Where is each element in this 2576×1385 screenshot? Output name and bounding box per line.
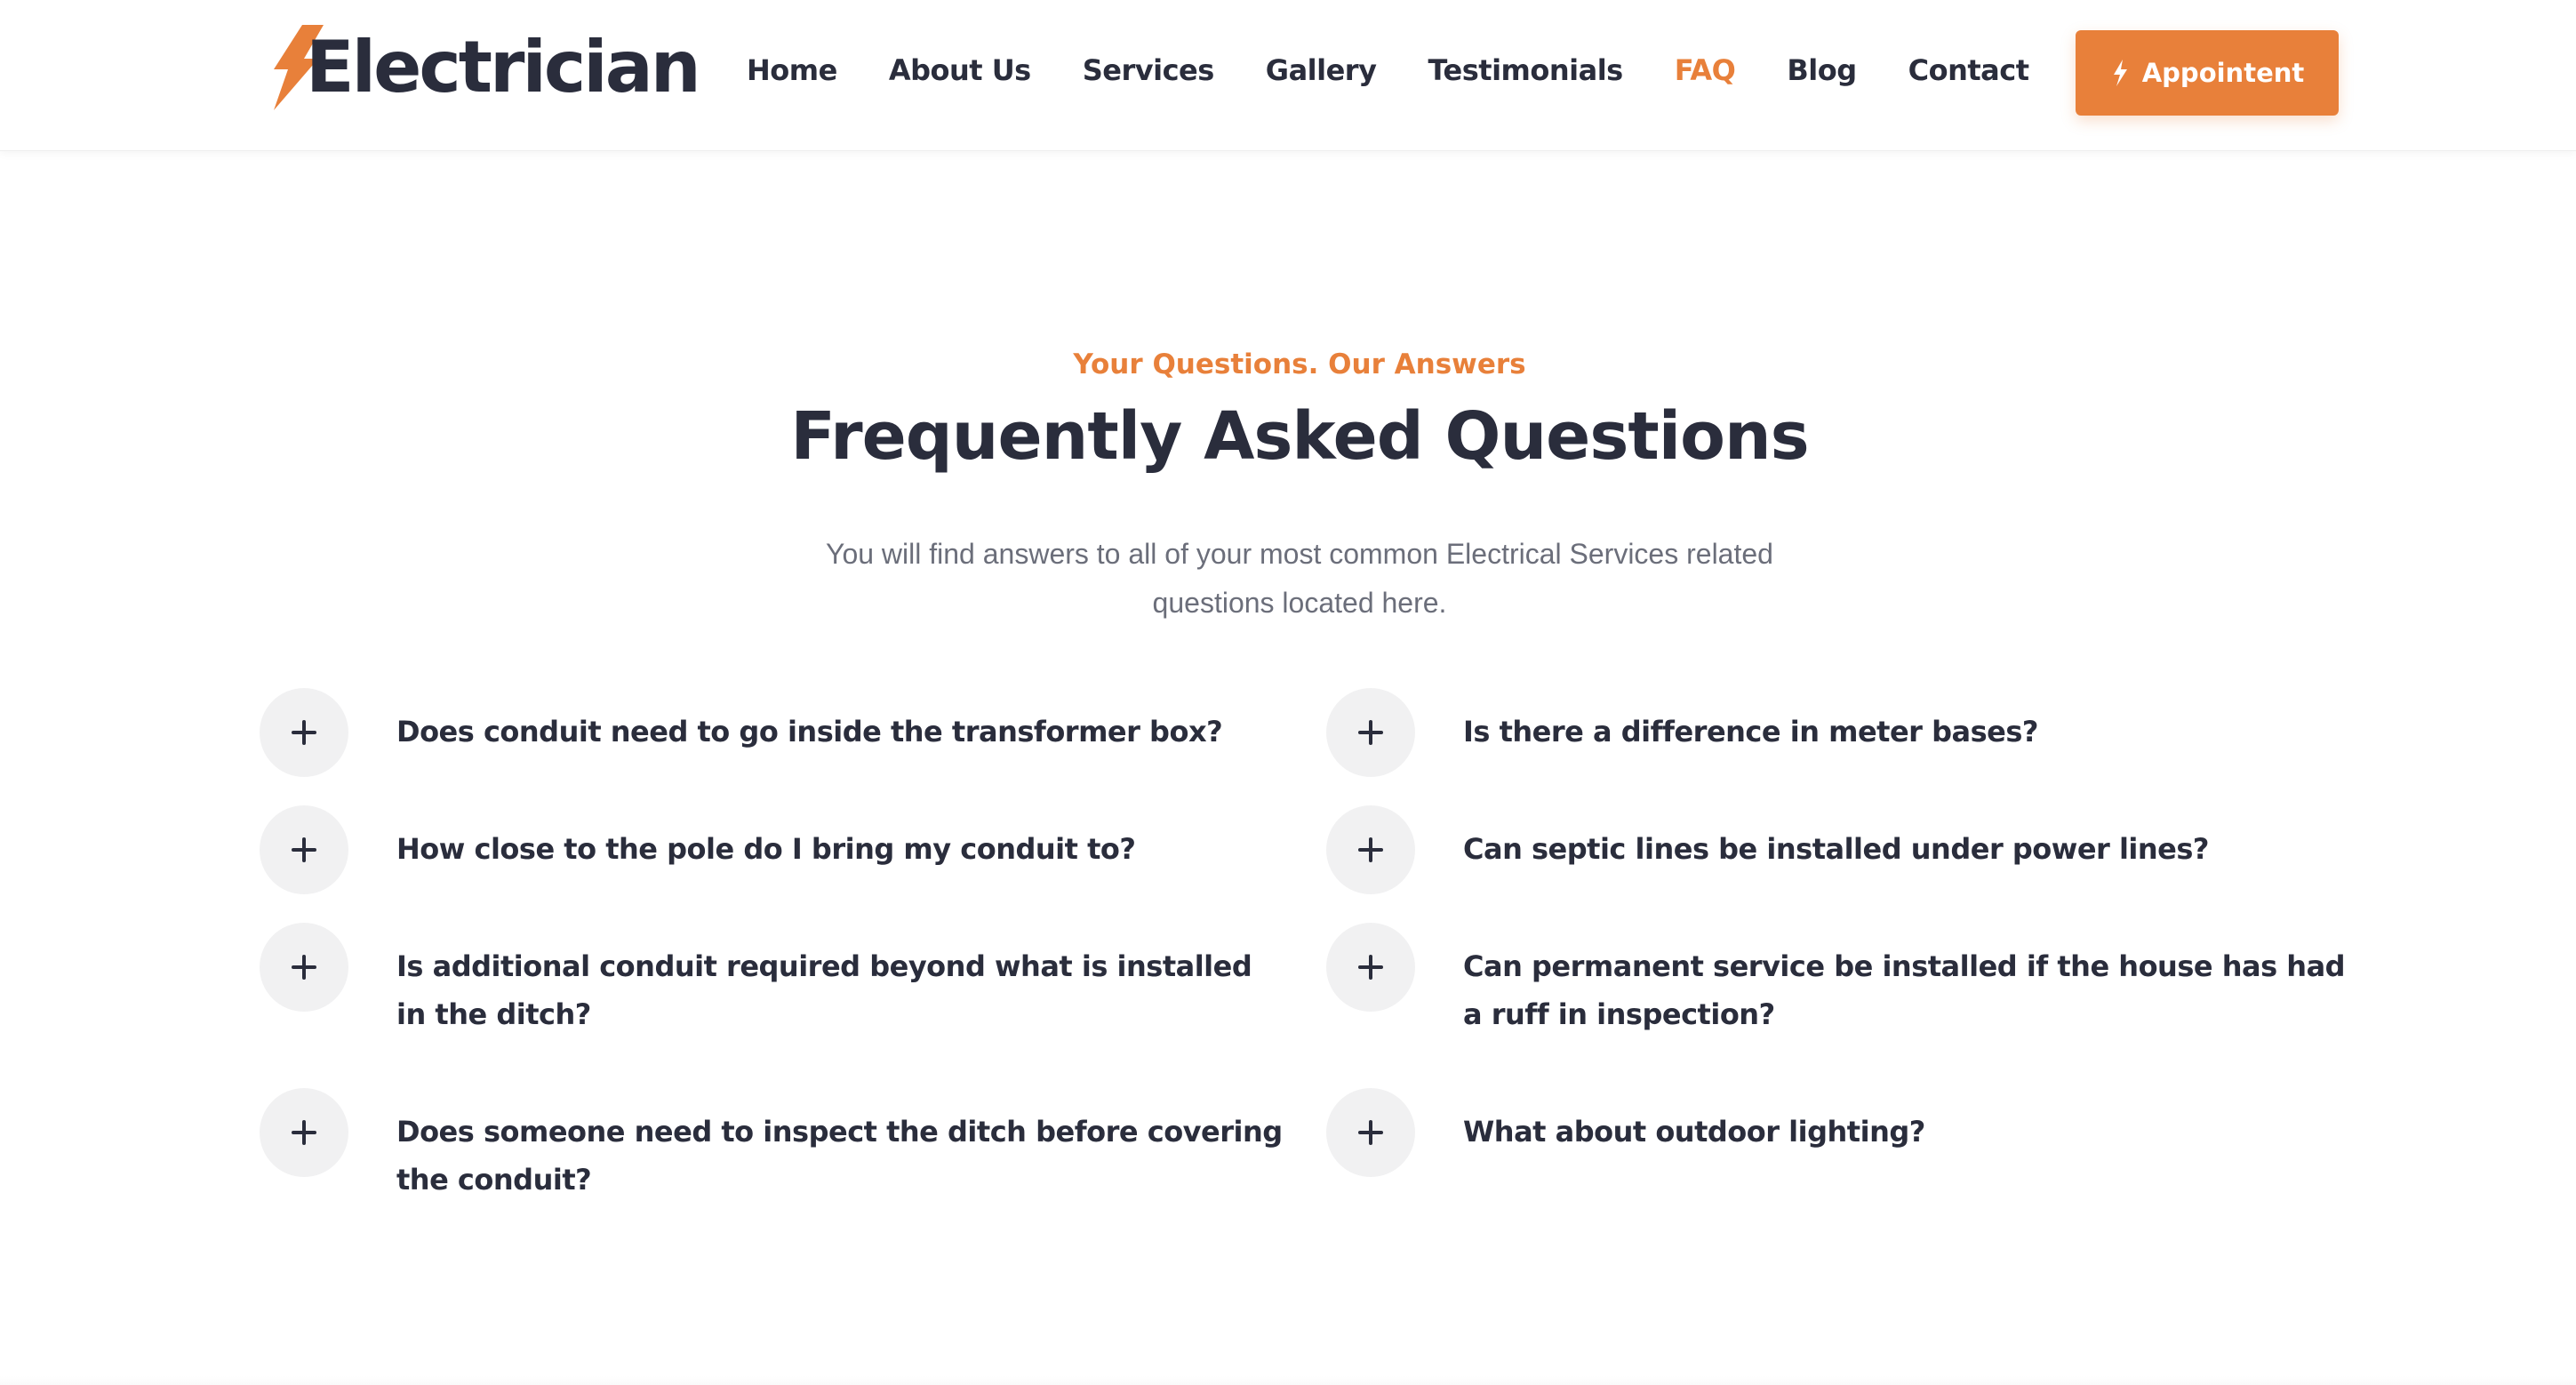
faq-toggle-button[interactable] bbox=[1326, 688, 1415, 777]
plus-icon bbox=[292, 955, 316, 980]
nav-item-contact[interactable]: Contact bbox=[1908, 53, 2029, 87]
faq-question[interactable]: Does conduit need to go inside the trans… bbox=[396, 708, 1285, 756]
logo[interactable]: Electrician bbox=[267, 23, 701, 112]
faq-question[interactable]: Can septic lines be installed under powe… bbox=[1463, 825, 2352, 873]
nav-item-testimonials[interactable]: Testimonials bbox=[1428, 53, 1623, 87]
appointment-button-label: Appointent bbox=[2141, 58, 2305, 88]
site-header: Electrician Home About Us Services Galle… bbox=[0, 0, 2576, 151]
plus-icon bbox=[1358, 1120, 1383, 1145]
nav-item-faq[interactable]: FAQ bbox=[1675, 53, 1736, 87]
nav-item-services[interactable]: Services bbox=[1083, 53, 1215, 87]
faq-question[interactable]: What about outdoor lighting? bbox=[1463, 1108, 2352, 1156]
section-description: You will find answers to all of your mos… bbox=[826, 538, 1773, 619]
nav-item-home[interactable]: Home bbox=[747, 53, 837, 87]
nav-item-blog[interactable]: Blog bbox=[1787, 53, 1857, 87]
faq-toggle-button[interactable] bbox=[260, 1088, 348, 1177]
faq-toggle-button[interactable] bbox=[260, 688, 348, 777]
faq-toggle-button[interactable] bbox=[260, 805, 348, 894]
faq-toggle-button[interactable] bbox=[1326, 923, 1415, 1012]
faq-toggle-button[interactable] bbox=[260, 923, 348, 1012]
plus-icon bbox=[1358, 837, 1383, 862]
faq-question[interactable]: Can permanent service be installed if th… bbox=[1463, 942, 2352, 1038]
plus-icon bbox=[292, 837, 316, 862]
faq-question[interactable]: How close to the pole do I bring my cond… bbox=[396, 825, 1285, 873]
plus-icon bbox=[292, 1120, 316, 1145]
faq-question[interactable]: Does someone need to inspect the ditch b… bbox=[396, 1108, 1285, 1204]
plus-icon bbox=[292, 720, 316, 745]
faq-question[interactable]: Is additional conduit required beyond wh… bbox=[396, 942, 1285, 1038]
logo-text: Electrician bbox=[306, 26, 701, 108]
section-kicker: Your Questions. Our Answers bbox=[1073, 348, 1526, 380]
nav-item-about-us[interactable]: About Us bbox=[889, 53, 1031, 87]
plus-icon bbox=[1358, 720, 1383, 745]
faq-question[interactable]: Is there a difference in meter bases? bbox=[1463, 708, 2352, 756]
section-divider bbox=[0, 1376, 2576, 1385]
lightning-bolt-icon bbox=[2113, 60, 2127, 86]
appointment-button[interactable]: Appointent bbox=[2076, 30, 2339, 116]
page-title: Frequently Asked Questions bbox=[790, 398, 1809, 475]
plus-icon bbox=[1358, 955, 1383, 980]
main-nav: Home About Us Services Gallery Testimoni… bbox=[747, 48, 2029, 92]
faq-toggle-button[interactable] bbox=[1326, 1088, 1415, 1177]
faq-toggle-button[interactable] bbox=[1326, 805, 1415, 894]
nav-item-gallery[interactable]: Gallery bbox=[1266, 53, 1377, 87]
